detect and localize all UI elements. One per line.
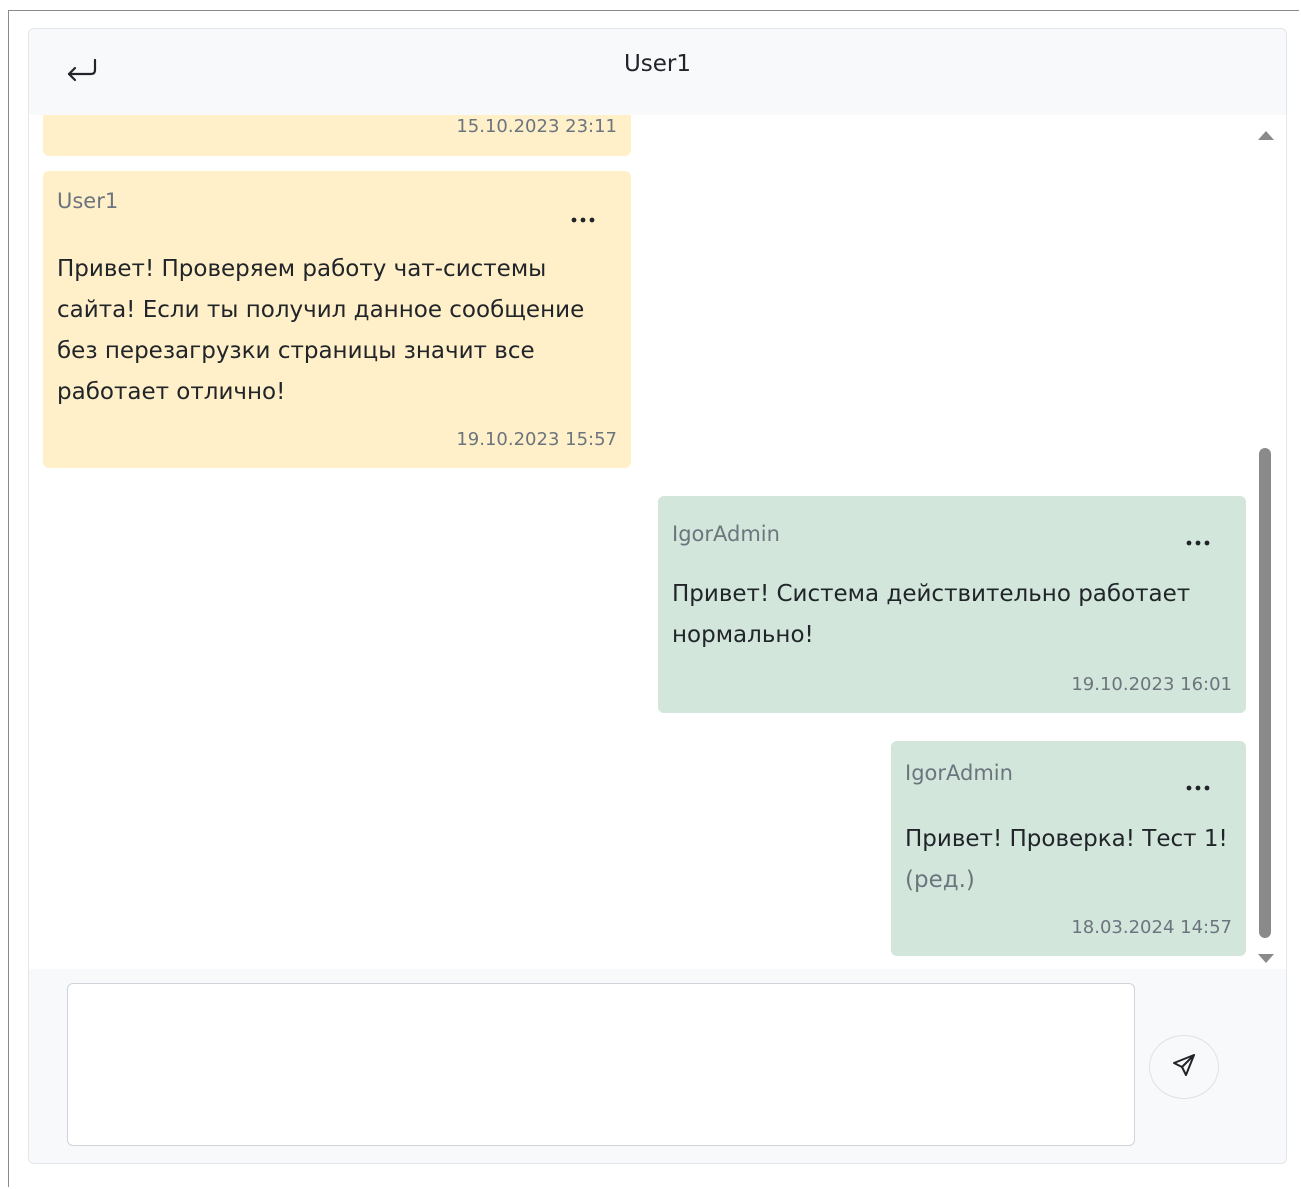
message-time: 19.10.2023 15:57 (456, 429, 617, 450)
message-author: IgorAdmin (672, 522, 780, 546)
message-options-button[interactable] (1180, 528, 1216, 552)
chat-header: User1 (29, 29, 1286, 115)
message-time: 18.03.2024 14:57 (1071, 917, 1232, 938)
scroll-up-arrow-icon[interactable] (1258, 131, 1274, 140)
paper-plane-icon (1171, 1052, 1197, 1082)
message-text: Привет! Проверка! Тест 1! (ред.) (905, 819, 1228, 901)
chat-title: User1 (623, 51, 692, 77)
message-outgoing: IgorAdmin Привет! Проверка! Тест 1! (ред… (891, 741, 1246, 956)
message-time: 15.10.2023 23:11 (456, 116, 617, 137)
message-incoming: 15.10.2023 23:11 (43, 115, 631, 156)
message-author: User1 (57, 189, 119, 213)
message-input[interactable] (67, 983, 1135, 1146)
chat-card: User1 15.10.2023 23:11 User1 Привет! Про… (28, 28, 1287, 1164)
scroll-down-arrow-icon[interactable] (1258, 954, 1274, 963)
scrollbar-thumb[interactable] (1259, 448, 1271, 938)
message-text: Привет! Проверяем работу чат-системы сай… (57, 256, 585, 405)
message-options-button[interactable] (1180, 773, 1216, 797)
edited-label: (ред.) (905, 867, 975, 893)
message-incoming: User1 Привет! Проверяем работу чат-систе… (43, 171, 631, 468)
message-text: Привет! Система действительно работает н… (672, 581, 1191, 648)
more-horizontal-icon (571, 208, 595, 227)
message-list-scrollbar[interactable] (1258, 123, 1274, 963)
message-outgoing: IgorAdmin Привет! Система действительно … (658, 496, 1246, 713)
message-time: 19.10.2023 16:01 (1071, 674, 1232, 695)
message-options-button[interactable] (565, 205, 601, 229)
composer (29, 969, 1286, 1163)
more-horizontal-icon (1186, 776, 1210, 795)
more-horizontal-icon (1186, 531, 1210, 550)
message-list[interactable]: 15.10.2023 23:11 User1 Привет! Проверяем… (29, 115, 1286, 969)
send-button[interactable] (1149, 1035, 1219, 1099)
message-author: IgorAdmin (905, 761, 1013, 785)
